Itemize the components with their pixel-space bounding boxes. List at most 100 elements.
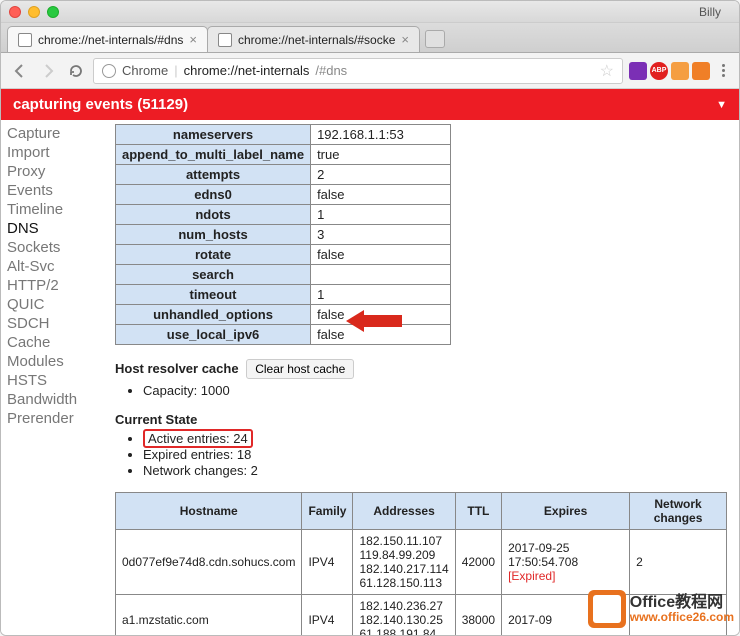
sidebar-item-quic[interactable]: QUIC (7, 295, 97, 314)
config-key: edns0 (116, 185, 311, 205)
watermark-logo-icon (588, 590, 626, 628)
window-maximize-button[interactable] (47, 6, 59, 18)
extension-row: ABP (629, 62, 710, 80)
arrow-body (364, 315, 402, 327)
status-label: capturing events (13, 96, 133, 113)
watermark: Office教程网 www.office26.com (588, 590, 734, 628)
chevron-down-icon: ▼ (716, 99, 727, 111)
config-key: rotate (116, 245, 311, 265)
close-icon[interactable]: × (189, 32, 197, 47)
config-row: nameservers192.168.1.1:53 (116, 125, 451, 145)
sidebar-item-hsts[interactable]: HSTS (7, 371, 97, 390)
watermark-title: Office教程网 (630, 595, 734, 611)
extension-icon[interactable] (692, 62, 710, 80)
window-titlebar: Billy (1, 1, 739, 23)
sidebar-item-http2[interactable]: HTTP/2 (7, 276, 97, 295)
sidebar-item-import[interactable]: Import (7, 143, 97, 162)
extension-icon[interactable] (671, 62, 689, 80)
config-value: false (311, 245, 451, 265)
config-key: search (116, 265, 311, 285)
column-header: Hostname (116, 493, 302, 530)
config-key: num_hosts (116, 225, 311, 245)
sidebar-item-sockets[interactable]: Sockets (7, 238, 97, 257)
capacity-list: Capacity: 1000 (143, 383, 727, 398)
toolbar: Chrome | chrome://net-internals/#dns ☆ A… (1, 53, 739, 89)
tab-title: chrome://net-internals/#dns (38, 33, 183, 47)
table-cell: 182.150.11.107 119.84.99.209 182.140.217… (353, 530, 455, 595)
sidebar-item-altsvc[interactable]: Alt-Svc (7, 257, 97, 276)
table-cell: 0d077ef9e74d8.cdn.sohucs.com (116, 530, 302, 595)
host-resolver-section: Host resolver cache Clear host cache (115, 359, 727, 379)
url-domain: chrome://net-internals (184, 63, 310, 78)
tab-active[interactable]: chrome://net-internals/#dns × (7, 26, 208, 52)
active-entries: Active entries: 24 (143, 431, 727, 446)
table-header-row: HostnameFamilyAddressesTTLExpiresNetwork… (116, 493, 727, 530)
config-value: false (311, 185, 451, 205)
sidebar-item-events[interactable]: Events (7, 181, 97, 200)
sidebar-item-prerender[interactable]: Prerender (7, 409, 97, 428)
capacity-value: Capacity: 1000 (143, 383, 727, 398)
table-cell: 2 (630, 530, 727, 595)
sidebar-item-capture[interactable]: Capture (7, 124, 97, 143)
sidebar-item-dns[interactable]: DNS (7, 219, 97, 238)
tab-strip: chrome://net-internals/#dns × chrome://n… (1, 23, 739, 53)
table-cell: 182.140.236.27 182.140.130.25 61.188.191… (353, 595, 455, 636)
config-key: unhandled_options (116, 305, 311, 325)
config-row: attempts2 (116, 165, 451, 185)
watermark-url: www.office26.com (630, 611, 734, 623)
url-path: /#dns (315, 63, 347, 78)
config-row: rotatefalse (116, 245, 451, 265)
current-state-heading: Current State (115, 412, 727, 427)
active-entries-highlight: Active entries: 24 (143, 429, 253, 448)
state-list: Active entries: 24 Expired entries: 18 N… (143, 431, 727, 478)
tab-inactive[interactable]: chrome://net-internals/#socke × (207, 26, 420, 52)
column-header: Addresses (353, 493, 455, 530)
status-banner[interactable]: capturing events (51129) ▼ (1, 89, 739, 120)
config-key: timeout (116, 285, 311, 305)
config-key: nameservers (116, 125, 311, 145)
table-row: 0d077ef9e74d8.cdn.sohucs.comIPV4182.150.… (116, 530, 727, 595)
clear-host-cache-button[interactable]: Clear host cache (246, 359, 354, 379)
main-panel: nameservers192.168.1.1:53append_to_multi… (103, 120, 739, 635)
sidebar-item-modules[interactable]: Modules (7, 352, 97, 371)
column-header: Family (302, 493, 353, 530)
sidebar-item-timeline[interactable]: Timeline (7, 200, 97, 219)
column-header: TTL (455, 493, 501, 530)
extension-onenote-icon[interactable] (629, 62, 647, 80)
event-count: 51129 (142, 96, 183, 113)
window-close-button[interactable] (9, 6, 21, 18)
sidebar-item-cache[interactable]: Cache (7, 333, 97, 352)
config-key: ndots (116, 205, 311, 225)
arrow-head-icon (346, 310, 364, 332)
table-cell: 2017-09-25 17:50:54.708[Expired] (502, 530, 630, 595)
reload-button[interactable] (65, 60, 87, 82)
profile-name[interactable]: Billy (66, 5, 731, 19)
config-row: ndots1 (116, 205, 451, 225)
menu-button[interactable] (716, 64, 731, 77)
table-cell: IPV4 (302, 530, 353, 595)
config-row: num_hosts3 (116, 225, 451, 245)
expired-entries: Expired entries: 18 (143, 447, 727, 462)
back-button[interactable] (9, 60, 31, 82)
new-tab-button[interactable] (425, 30, 445, 48)
bookmark-icon[interactable]: ☆ (600, 61, 614, 81)
sidebar-item-bandwidth[interactable]: Bandwidth (7, 390, 97, 409)
config-row: timeout1 (116, 285, 451, 305)
site-info-icon[interactable] (102, 64, 116, 78)
config-row: search (116, 265, 451, 285)
sidebar-item-proxy[interactable]: Proxy (7, 162, 97, 181)
config-key: use_local_ipv6 (116, 325, 311, 345)
address-bar[interactable]: Chrome | chrome://net-internals/#dns ☆ (93, 58, 623, 84)
config-row: edns0false (116, 185, 451, 205)
annotation-arrow (346, 310, 402, 332)
column-header: Network changes (630, 493, 727, 530)
config-value: 3 (311, 225, 451, 245)
close-icon[interactable]: × (401, 32, 409, 47)
extension-abp-icon[interactable]: ABP (650, 62, 668, 80)
forward-button[interactable] (37, 60, 59, 82)
config-key: append_to_multi_label_name (116, 145, 311, 165)
config-row: append_to_multi_label_nametrue (116, 145, 451, 165)
window-minimize-button[interactable] (28, 6, 40, 18)
sidebar-item-sdch[interactable]: SDCH (7, 314, 97, 333)
config-value: 1 (311, 285, 451, 305)
